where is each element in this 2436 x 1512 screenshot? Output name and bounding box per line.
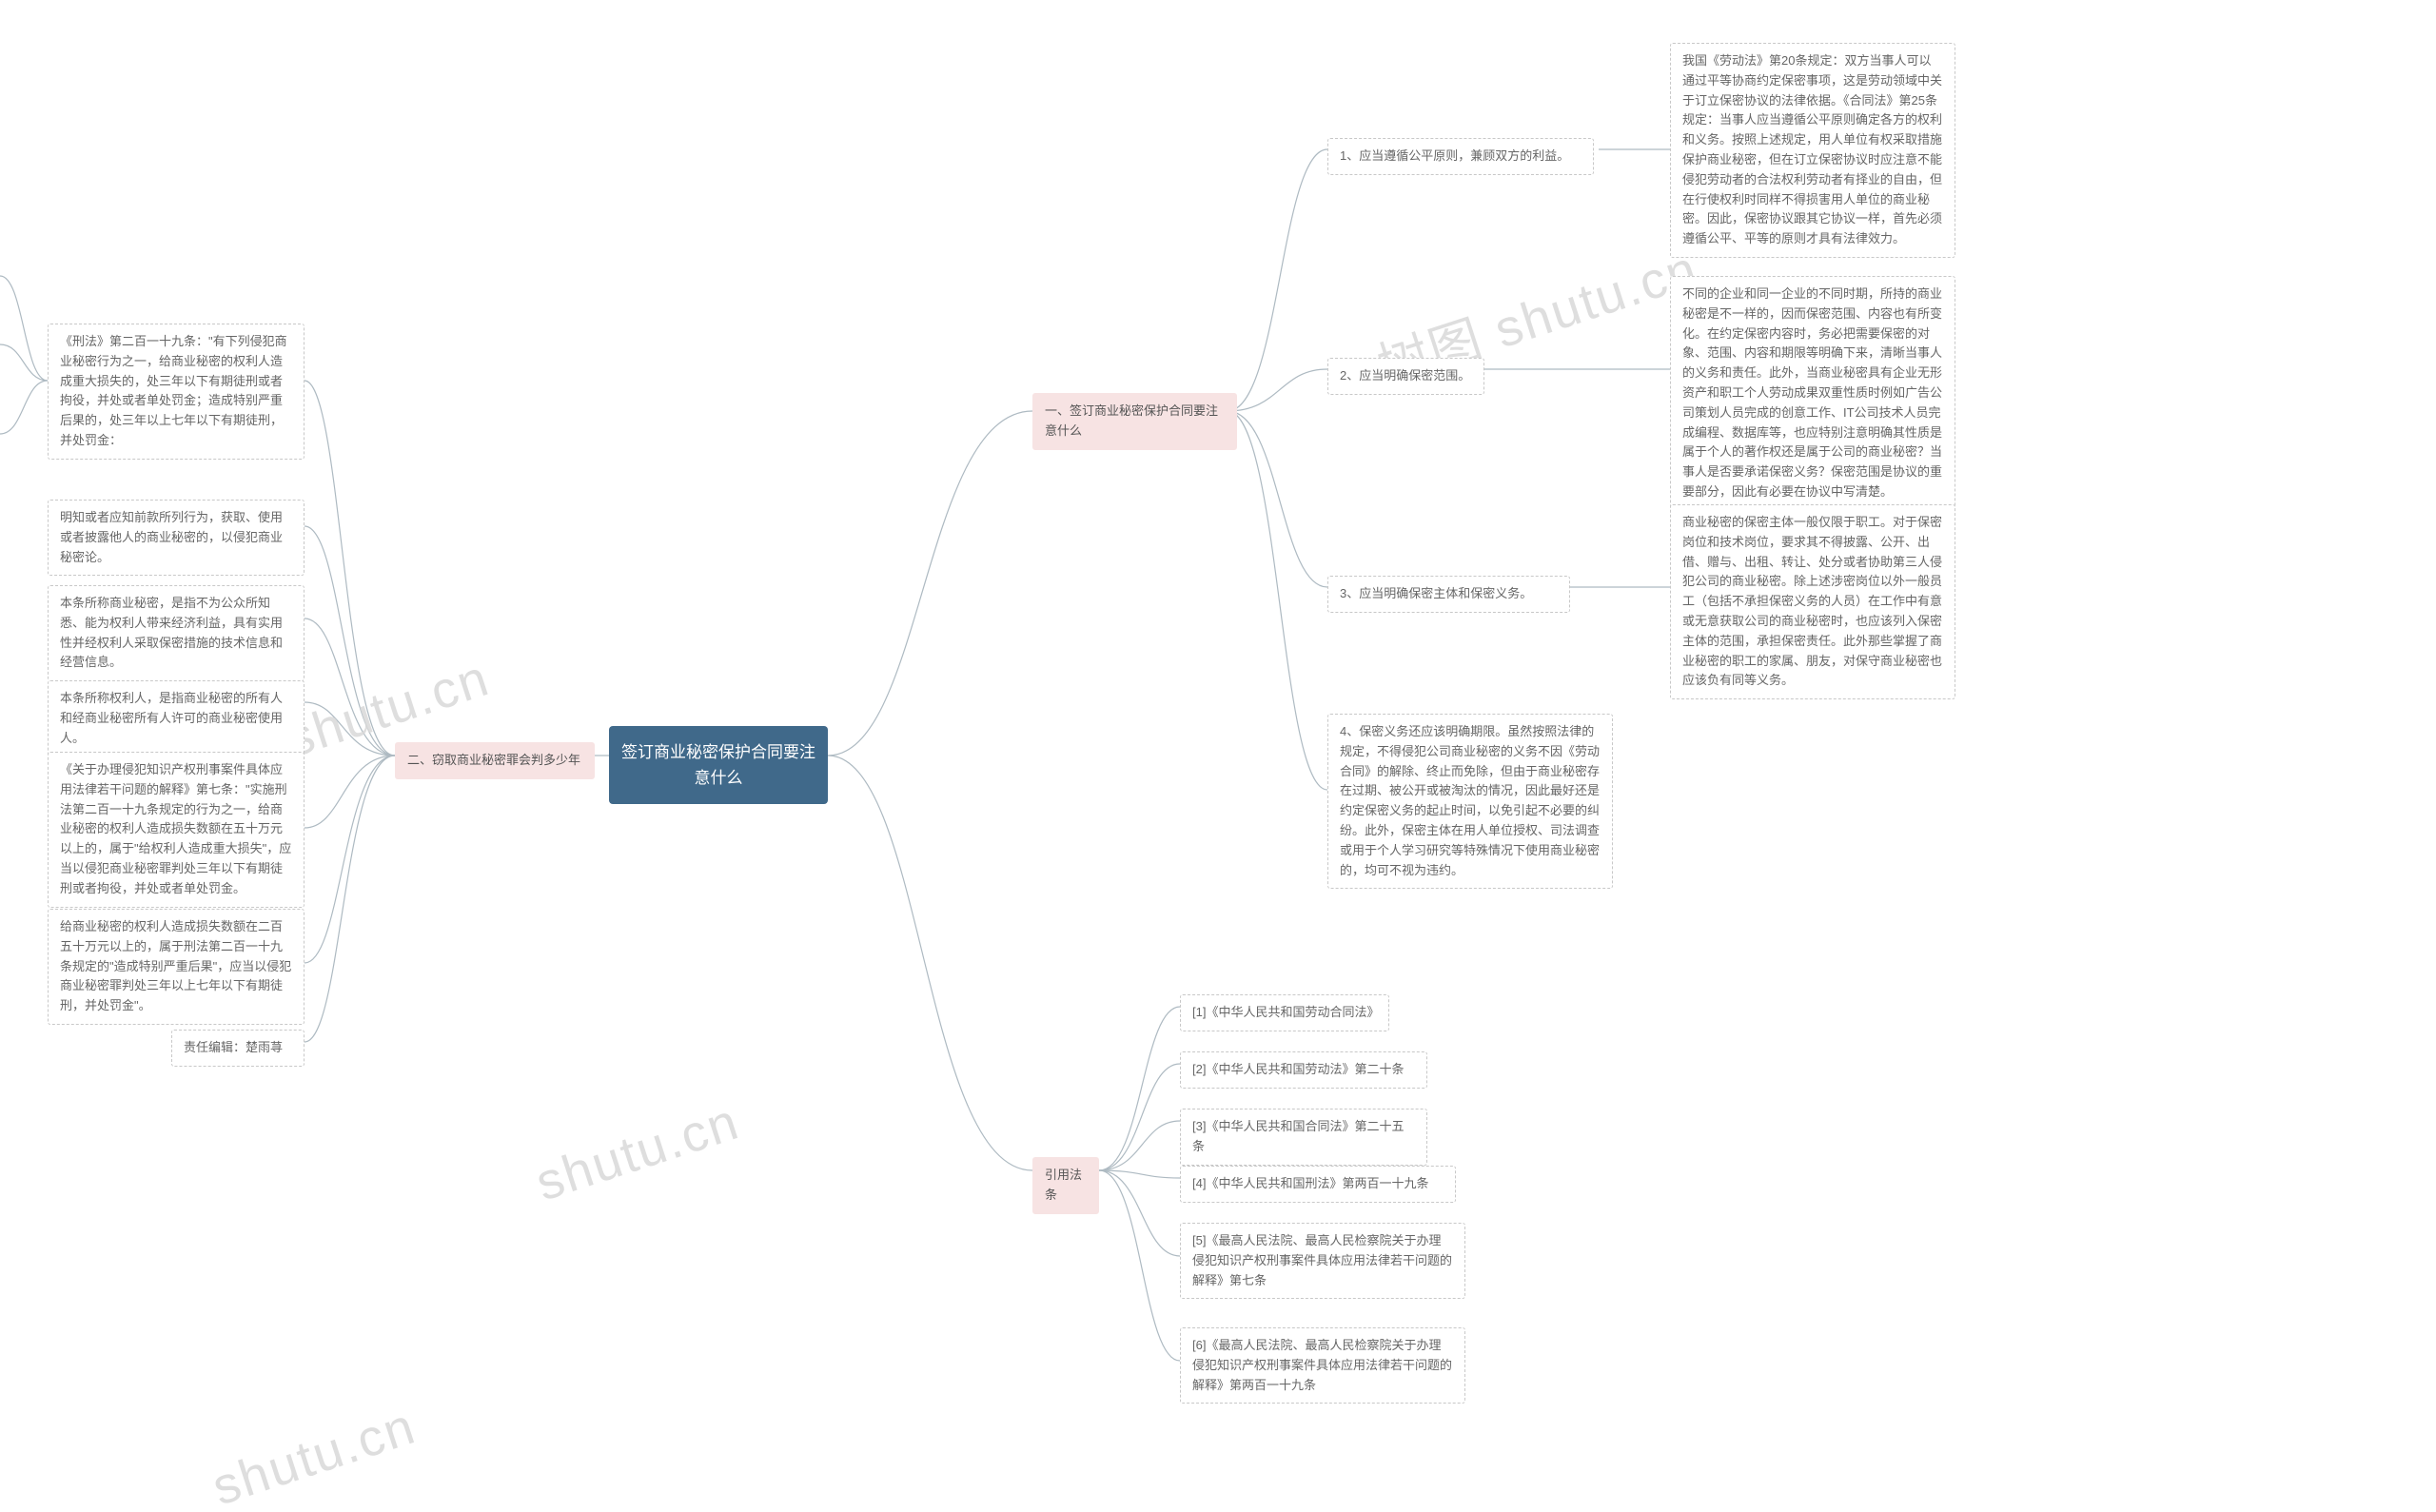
ref-1[interactable]: [1]《中华人民共和国劳动合同法》 xyxy=(1180,994,1389,1031)
l1-item-5[interactable]: 《关于办理侵犯知识产权刑事案件具体应用法律若干问题的解释》第七条："实施刑法第二… xyxy=(48,752,304,908)
l1-item-4[interactable]: 本条所称权利人，是指商业秘密的所有人和经商业秘密所有人许可的商业秘密使用人。 xyxy=(48,680,304,756)
ref-5[interactable]: [5]《最高人民法院、最高人民检察院关于办理侵犯知识产权刑事案件具体应用法律若干… xyxy=(1180,1223,1465,1299)
r1-item-3-detail[interactable]: 商业秘密的保密主体一般仅限于职工。对于保密岗位和技术岗位，要求其不得披露、公开、… xyxy=(1670,504,1955,699)
r1-item-1-detail[interactable]: 我国《劳动法》第20条规定：双方当事人可以通过平等协商约定保密事项，这是劳动领域… xyxy=(1670,43,1955,258)
ref-2[interactable]: [2]《中华人民共和国劳动法》第二十条 xyxy=(1180,1051,1427,1089)
r1-item-2-label[interactable]: 2、应当明确保密范围。 xyxy=(1327,358,1484,395)
watermark: shutu.cn xyxy=(529,1092,747,1213)
branch-right-2[interactable]: 引用法条 xyxy=(1032,1157,1099,1214)
l1-item-1[interactable]: 《刑法》第二百一十九条："有下列侵犯商业秘密行为之一，给商业秘密的权利人造成重大… xyxy=(48,324,304,460)
root-node[interactable]: 签订商业秘密保护合同要注意什么 xyxy=(609,726,828,804)
mindmap-canvas: 树图 shutu.cn 树图 shutu.cn shutu.cn shutu.c… xyxy=(0,0,2436,1512)
r1-item-2-detail[interactable]: 不同的企业和同一企业的不同时期，所持的商业秘密是不一样的，因而保密范围、内容也有… xyxy=(1670,276,1955,511)
ref-6[interactable]: [6]《最高人民法院、最高人民检察院关于办理侵犯知识产权刑事案件具体应用法律若干… xyxy=(1180,1327,1465,1404)
r1-item-4-detail[interactable]: 4、保密义务还应该明确期限。虽然按照法律的规定，不得侵犯公司商业秘密的义务不因《… xyxy=(1327,714,1613,889)
l1-item-7[interactable]: 责任编辑：楚雨荨 xyxy=(171,1030,304,1067)
l1-item-6[interactable]: 给商业秘密的权利人造成损失数额在二百五十万元以上的，属于刑法第二百一十九条规定的… xyxy=(48,909,304,1025)
ref-4[interactable]: [4]《中华人民共和国刑法》第两百一十九条 xyxy=(1180,1166,1456,1203)
r1-item-3-label[interactable]: 3、应当明确保密主体和保密义务。 xyxy=(1327,576,1570,613)
r1-item-1-label[interactable]: 1、应当遵循公平原则，兼顾双方的利益。 xyxy=(1327,138,1594,175)
branch-left-1[interactable]: 二、窃取商业秘密罪会判多少年 xyxy=(395,742,595,779)
ref-3[interactable]: [3]《中华人民共和国合同法》第二十五条 xyxy=(1180,1109,1427,1166)
watermark: shutu.cn xyxy=(206,1397,423,1512)
l1-item-3[interactable]: 本条所称商业秘密，是指不为公众所知悉、能为权利人带来经济利益，具有实用性并经权利… xyxy=(48,585,304,681)
l1-item-2[interactable]: 明知或者应知前款所列行为，获取、使用或者披露他人的商业秘密的，以侵犯商业秘密论。 xyxy=(48,500,304,576)
branch-right-1[interactable]: 一、签订商业秘密保护合同要注意什么 xyxy=(1032,393,1237,450)
